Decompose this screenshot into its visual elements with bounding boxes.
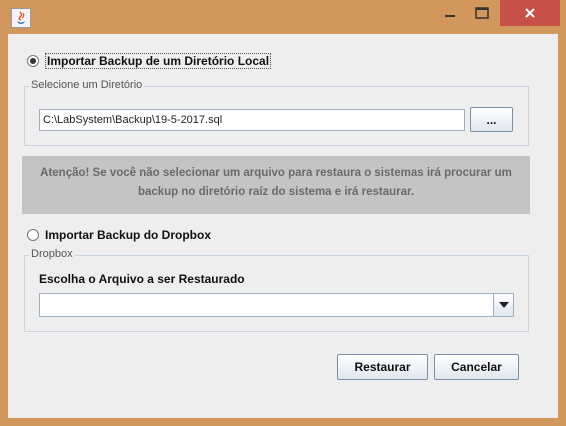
dropbox-file-select[interactable] <box>39 293 514 317</box>
dropbox-backup-label[interactable]: Importar Backup do Dropbox <box>45 228 211 242</box>
dropbox-backup-radio[interactable] <box>27 229 39 241</box>
dropdown-toggle[interactable] <box>493 294 513 316</box>
close-icon <box>525 8 535 18</box>
maximize-button[interactable] <box>467 0 497 26</box>
java-app-icon <box>11 8 31 28</box>
local-backup-label[interactable]: Importar Backup de um Diretório Local <box>45 53 272 69</box>
dropbox-backup-option[interactable]: Importar Backup do Dropbox <box>27 228 211 242</box>
dialog-content: Importar Backup de um Diretório Local Se… <box>8 34 558 418</box>
cancel-button[interactable]: Cancelar <box>434 354 519 380</box>
browse-button[interactable]: ... <box>470 107 513 132</box>
local-backup-radio[interactable] <box>27 55 39 67</box>
dropbox-groupbox: Dropbox Escolha o Arquivo a ser Restaura… <box>24 248 529 332</box>
choose-file-label: Escolha o Arquivo a ser Restaurado <box>39 272 245 286</box>
close-button[interactable] <box>500 0 560 26</box>
dialog-window: Importar Backup de um Diretório Local Se… <box>0 0 566 426</box>
minimize-icon <box>445 15 455 17</box>
warning-line-1: Atenção! Se você não selecionar um arqui… <box>40 167 512 179</box>
warning-line-2: backup no diretório raíz do sistema e ir… <box>137 186 415 198</box>
title-bar[interactable] <box>0 0 566 34</box>
directory-group-title: Selecione um Diretório <box>29 79 145 91</box>
local-backup-option[interactable]: Importar Backup de um Diretório Local <box>27 53 272 69</box>
warning-message: Atenção! Se você não selecionar um arqui… <box>22 156 530 214</box>
maximize-icon <box>475 7 489 19</box>
chevron-down-icon <box>498 302 509 308</box>
dropbox-group-title: Dropbox <box>29 248 75 260</box>
directory-path-input[interactable]: C:\LabSystem\Backup\19-5-2017.sql <box>39 109 465 131</box>
minimize-button[interactable] <box>435 0 465 26</box>
restore-button[interactable]: Restaurar <box>337 354 428 380</box>
directory-groupbox: Selecione um Diretório C:\LabSystem\Back… <box>24 79 529 146</box>
